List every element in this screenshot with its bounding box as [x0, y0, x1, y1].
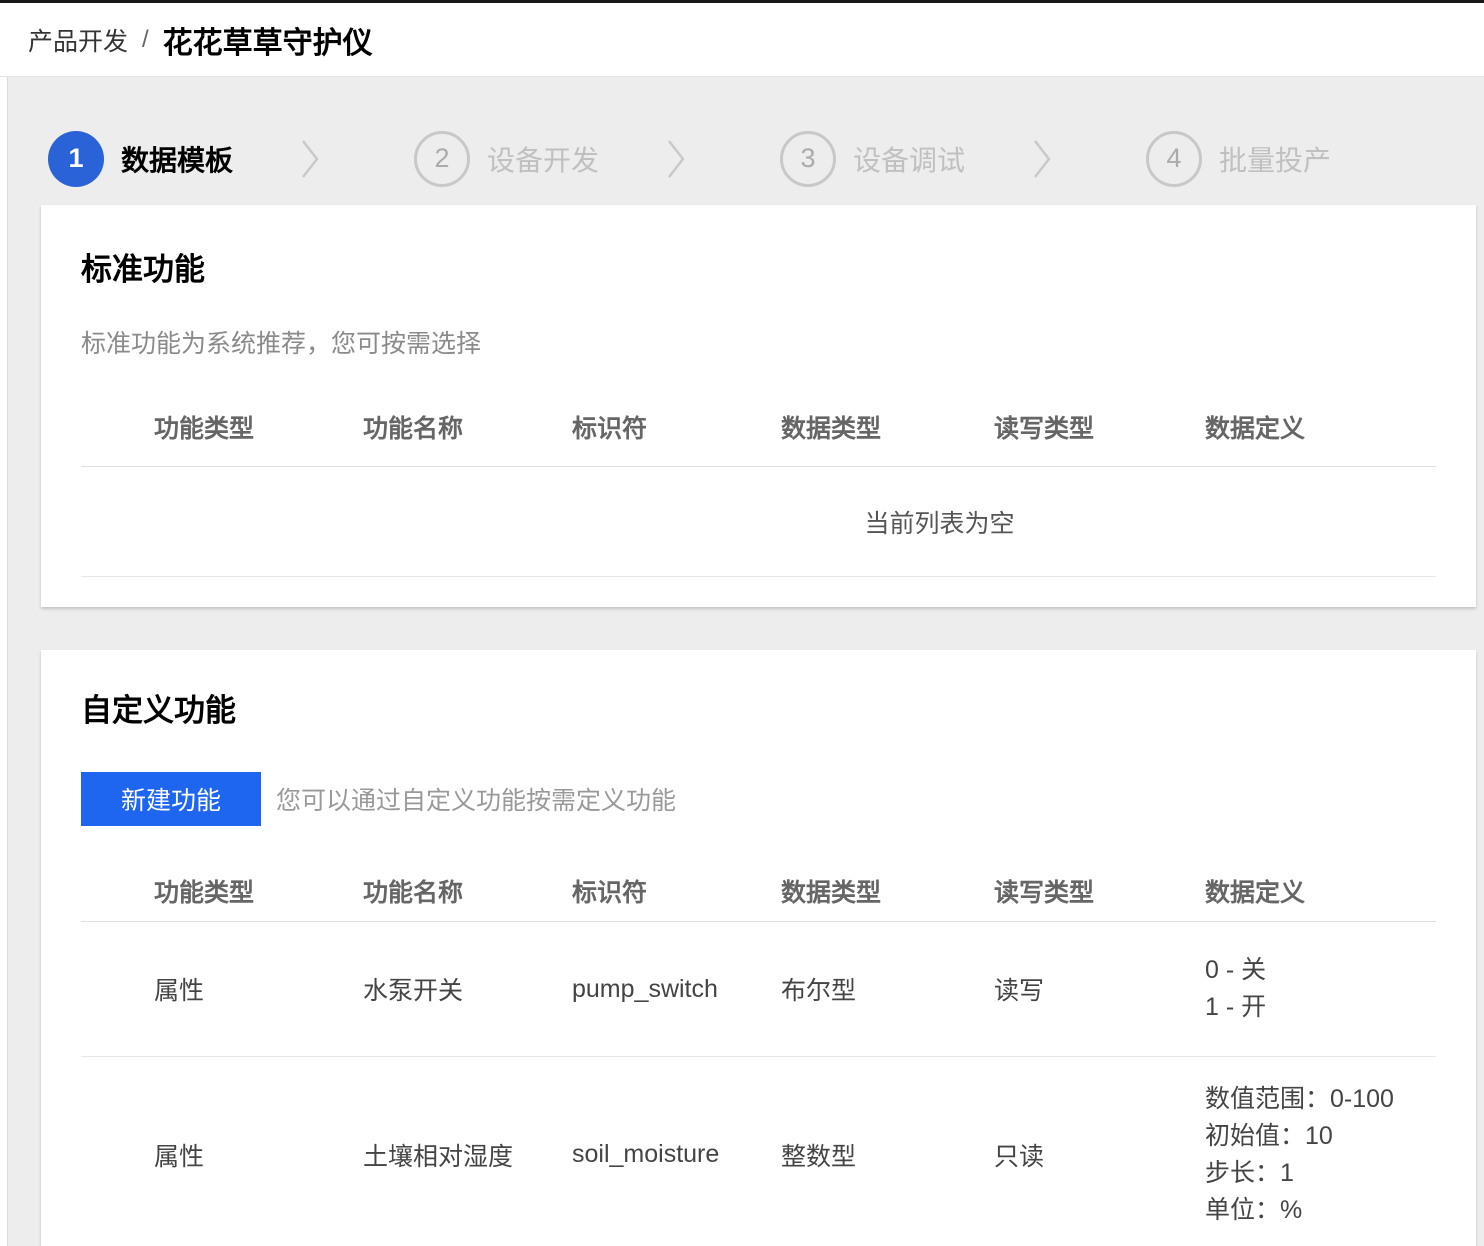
custom-functions-hint: 您可以通过自定义功能按需定义功能 [276, 787, 677, 815]
cell-data-definition: 数值范围：0-100 初始值：10 步长：1 单位：% [1205, 1063, 1436, 1246]
top-edge-bar [0, 0, 1484, 3]
step-batch-production[interactable]: 4 批量投产 [1146, 130, 1368, 187]
step-3-circle: 3 [780, 130, 836, 187]
standard-table-header: 功能类型 功能名称 标识符 数据类型 读写类型 数据定义 [81, 387, 1436, 467]
breadcrumb-separator: / [142, 25, 149, 53]
definition-line: 0 - 关 [1205, 956, 1267, 984]
custom-table-header: 功能类型 功能名称 标识符 数据类型 读写类型 数据定义 [81, 860, 1436, 922]
chevron-right-icon [666, 137, 686, 181]
col-function-type: 功能类型 [154, 878, 255, 907]
definition-line: 单位：% [1205, 1195, 1303, 1224]
chevron-right-icon [300, 137, 320, 181]
cell-rw-type: 只读 [994, 1142, 1045, 1171]
cell-function-name: 土壤相对湿度 [363, 1142, 514, 1171]
definition-line: 步长：1 [1205, 1158, 1294, 1187]
breadcrumb-product-dev[interactable]: 产品开发 [28, 22, 128, 58]
empty-list-text: 当前列表为空 [864, 509, 1015, 538]
col-rw-type: 读写类型 [994, 414, 1095, 443]
col-function-type: 功能类型 [154, 414, 255, 443]
cell-data-type: 整数型 [781, 1142, 857, 1171]
custom-functions-card: 自定义功能 新建功能 您可以通过自定义功能按需定义功能 功能类型 功能名称 标识… [41, 650, 1476, 1246]
cell-function-name: 水泵开关 [363, 977, 464, 1005]
col-data-definition: 数据定义 [1205, 414, 1306, 443]
standard-functions-card: 标准功能 标准功能为系统推荐，您可按需选择 功能类型 功能名称 标识符 数据类型… [41, 205, 1476, 607]
col-function-name: 功能名称 [363, 878, 464, 907]
col-function-name: 功能名称 [363, 414, 464, 443]
step-2-label: 设备开发 [487, 144, 600, 176]
col-identifier: 标识符 [572, 414, 648, 443]
col-data-type: 数据类型 [781, 414, 882, 443]
step-1-label: 数据模板 [121, 144, 234, 176]
cell-identifier: pump_switch [572, 974, 718, 1003]
cell-rw-type: 读写 [994, 977, 1045, 1005]
standard-functions-subtitle: 标准功能为系统推荐，您可按需选择 [81, 330, 482, 358]
definition-line: 1 - 开 [1205, 993, 1267, 1021]
empty-list-row: 当前列表为空 [81, 467, 1436, 577]
step-device-development[interactable]: 2 设备开发 [414, 130, 636, 187]
definition-line: 初始值：10 [1205, 1121, 1333, 1150]
cell-function-type: 属性 [154, 977, 205, 1005]
chevron-right-icon [1032, 137, 1052, 181]
cell-identifier: soil_moisture [572, 1140, 720, 1168]
definition-line: 数值范围：0-100 [1205, 1084, 1394, 1113]
new-function-button[interactable]: 新建功能 [81, 772, 261, 826]
custom-functions-title: 自定义功能 [81, 693, 236, 728]
col-rw-type: 读写类型 [994, 878, 1095, 907]
cell-function-type: 属性 [154, 1142, 205, 1171]
table-row: 属性 土壤相对湿度 soil_moisture 整数型 只读 数值范围：0-10… [81, 1057, 1436, 1246]
col-data-definition: 数据定义 [1205, 878, 1306, 907]
step-2-circle: 2 [414, 130, 470, 187]
col-identifier: 标识符 [572, 878, 648, 907]
cell-data-type: 布尔型 [781, 977, 857, 1005]
step-1-circle: 1 [48, 130, 104, 187]
step-data-template[interactable]: 1 数据模板 [48, 130, 270, 187]
table-row: 属性 水泵开关 pump_switch 布尔型 读写 0 - 关 1 - 开 [81, 922, 1436, 1057]
step-4-circle: 4 [1146, 130, 1202, 187]
breadcrumb: 产品开发 / 花花草草守护仪 [0, 3, 1484, 77]
step-wizard: 1 数据模板 2 设备开发 3 设备调试 4 批量投产 [0, 77, 1484, 205]
custom-functions-toolbar: 新建功能 您可以通过自定义功能按需定义功能 [81, 772, 1436, 826]
step-device-debugging[interactable]: 3 设备调试 [780, 130, 1002, 187]
cell-data-definition: 0 - 关 1 - 开 [1205, 934, 1436, 1044]
step-4-label: 批量投产 [1219, 144, 1332, 176]
left-panel-edge [0, 3, 8, 1246]
step-3-label: 设备调试 [853, 144, 966, 176]
col-data-type: 数据类型 [781, 878, 882, 907]
breadcrumb-current-product: 花花草草守护仪 [162, 26, 373, 60]
standard-functions-title: 标准功能 [81, 252, 205, 287]
